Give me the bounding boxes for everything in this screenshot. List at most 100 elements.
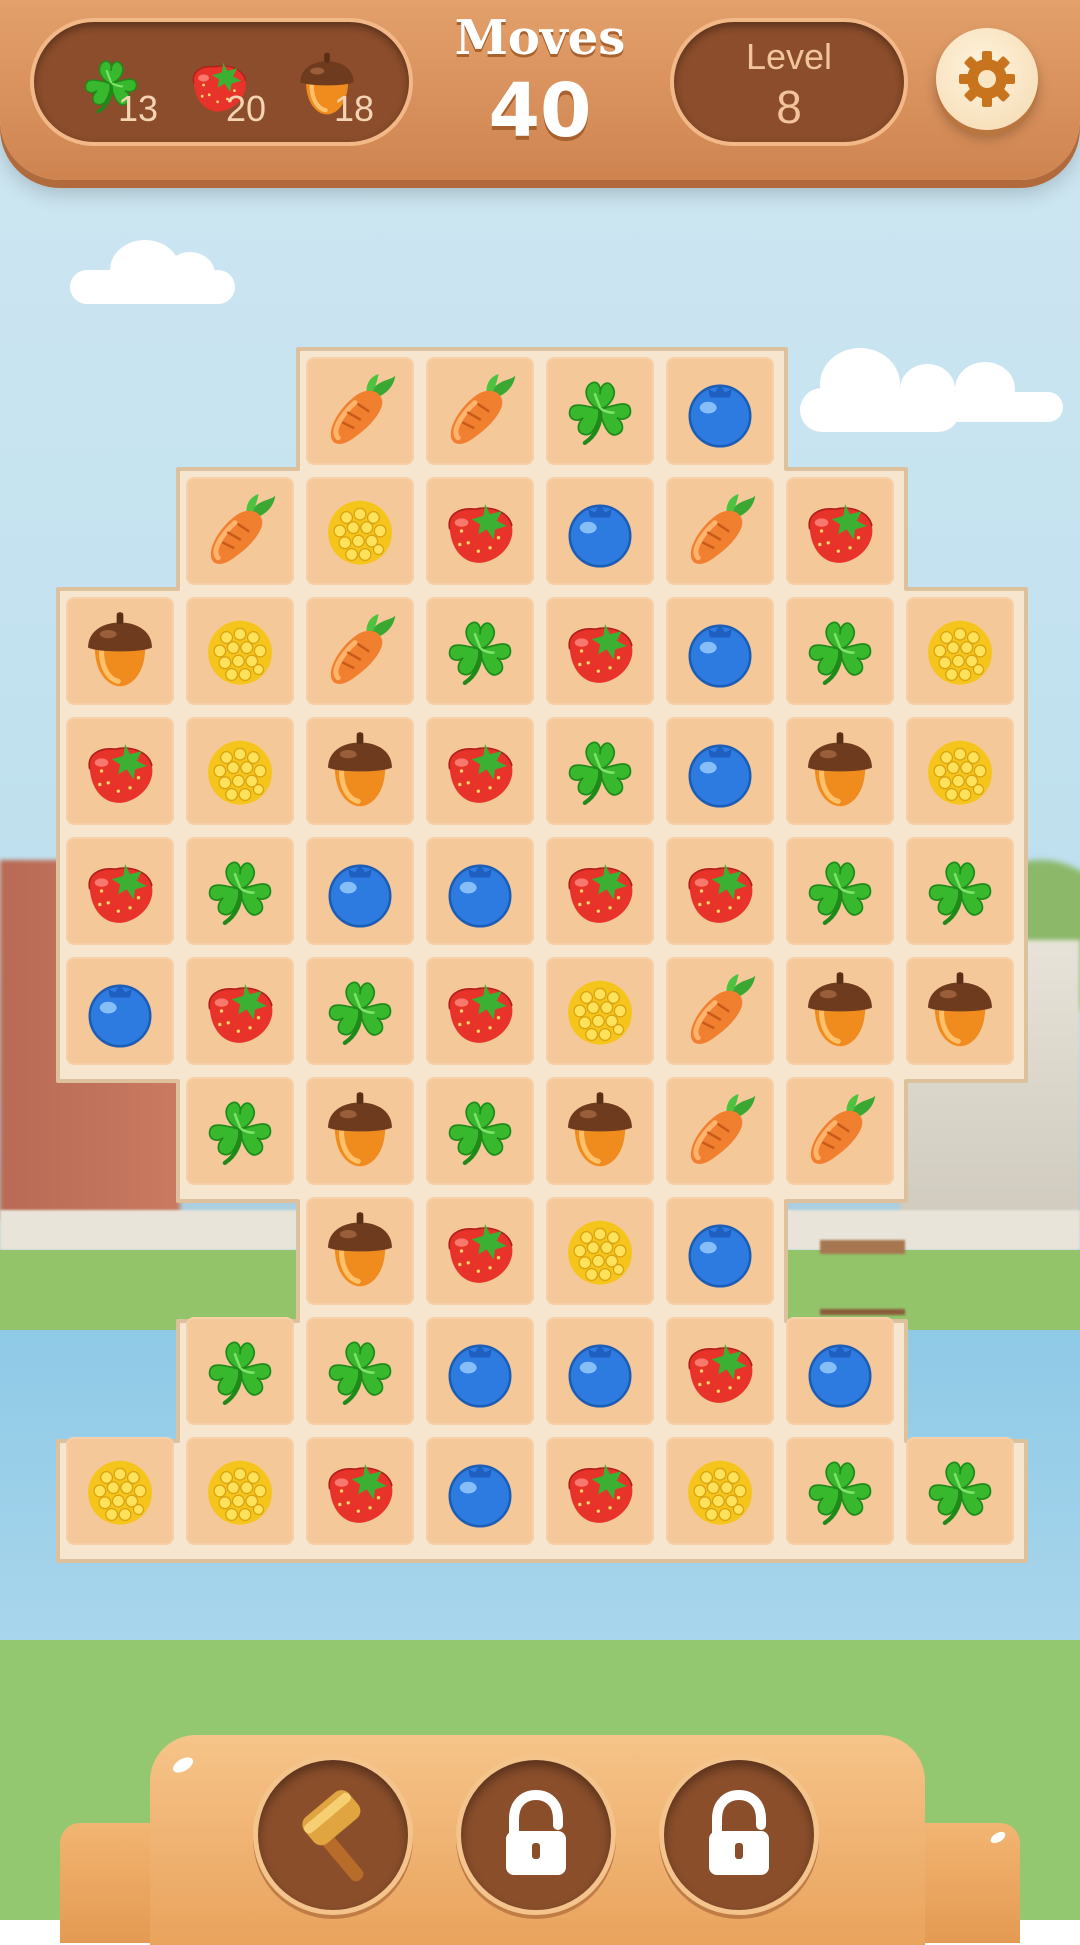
carrot-icon bbox=[678, 1089, 762, 1173]
tile-strawberry[interactable] bbox=[786, 477, 894, 585]
tile-corn[interactable] bbox=[906, 717, 1014, 825]
tile-clover[interactable] bbox=[786, 1437, 894, 1545]
tile-clover[interactable] bbox=[786, 597, 894, 705]
strawberry-icon bbox=[438, 489, 522, 573]
tile-strawberry[interactable] bbox=[306, 1437, 414, 1545]
locked-booster-slot[interactable] bbox=[659, 1755, 819, 1915]
tile-corn[interactable] bbox=[306, 477, 414, 585]
tile-blueberry[interactable] bbox=[426, 837, 534, 945]
blueberry-icon bbox=[438, 1329, 522, 1413]
carrot-icon bbox=[438, 369, 522, 453]
strawberry-icon bbox=[198, 969, 282, 1053]
clover-icon bbox=[198, 849, 282, 933]
tile-clover[interactable] bbox=[186, 837, 294, 945]
tile-carrot[interactable] bbox=[786, 1077, 894, 1185]
tile-strawberry[interactable] bbox=[546, 1437, 654, 1545]
tile-blueberry[interactable] bbox=[426, 1437, 534, 1545]
clover-icon bbox=[438, 609, 522, 693]
tile-corn[interactable] bbox=[66, 1437, 174, 1545]
corn-icon bbox=[78, 1449, 162, 1533]
tile-acorn[interactable] bbox=[546, 1077, 654, 1185]
tile-strawberry[interactable] bbox=[666, 1317, 774, 1425]
blueberry-icon bbox=[678, 729, 762, 813]
tile-clover[interactable] bbox=[546, 357, 654, 465]
tile-corn[interactable] bbox=[186, 597, 294, 705]
carrot-icon bbox=[798, 1089, 882, 1173]
tile-strawberry[interactable] bbox=[546, 837, 654, 945]
strawberry-icon bbox=[798, 489, 882, 573]
tile-blueberry[interactable] bbox=[426, 1317, 534, 1425]
tile-clover[interactable] bbox=[186, 1317, 294, 1425]
tile-acorn[interactable] bbox=[306, 717, 414, 825]
tile-clover[interactable] bbox=[546, 717, 654, 825]
tile-acorn[interactable] bbox=[306, 1197, 414, 1305]
tile-strawberry[interactable] bbox=[546, 597, 654, 705]
clover-icon bbox=[918, 1449, 1002, 1533]
blueberry-icon bbox=[678, 609, 762, 693]
tile-clover[interactable] bbox=[906, 837, 1014, 945]
carrot-icon bbox=[678, 489, 762, 573]
tile-clover[interactable] bbox=[426, 1077, 534, 1185]
corn-icon bbox=[318, 489, 402, 573]
tile-strawberry[interactable] bbox=[426, 1197, 534, 1305]
tile-clover[interactable] bbox=[906, 1437, 1014, 1545]
strawberry-icon bbox=[78, 849, 162, 933]
tile-carrot[interactable] bbox=[186, 477, 294, 585]
tile-corn[interactable] bbox=[666, 1437, 774, 1545]
tile-strawberry[interactable] bbox=[66, 837, 174, 945]
tile-corn[interactable] bbox=[186, 717, 294, 825]
tile-blueberry[interactable] bbox=[546, 477, 654, 585]
tile-blueberry[interactable] bbox=[306, 837, 414, 945]
tile-blueberry[interactable] bbox=[786, 1317, 894, 1425]
tile-acorn[interactable] bbox=[66, 597, 174, 705]
hammer-booster-button[interactable] bbox=[253, 1755, 413, 1915]
tile-blueberry[interactable] bbox=[546, 1317, 654, 1425]
clover-icon bbox=[318, 969, 402, 1053]
tile-clover[interactable] bbox=[306, 957, 414, 1065]
tile-acorn[interactable] bbox=[786, 957, 894, 1065]
tile-blueberry[interactable] bbox=[666, 597, 774, 705]
tile-carrot[interactable] bbox=[306, 357, 414, 465]
tile-strawberry[interactable] bbox=[426, 957, 534, 1065]
blueberry-icon bbox=[558, 489, 642, 573]
acorn-icon bbox=[318, 1209, 402, 1293]
tile-carrot[interactable] bbox=[666, 1077, 774, 1185]
tile-blueberry[interactable] bbox=[666, 1197, 774, 1305]
acorn-icon bbox=[78, 609, 162, 693]
clover-icon bbox=[558, 369, 642, 453]
tile-acorn[interactable] bbox=[786, 717, 894, 825]
blueberry-icon bbox=[438, 849, 522, 933]
tile-clover[interactable] bbox=[786, 837, 894, 945]
tile-corn[interactable] bbox=[546, 1197, 654, 1305]
tile-clover[interactable] bbox=[186, 1077, 294, 1185]
tile-acorn[interactable] bbox=[906, 957, 1014, 1065]
acorn-icon bbox=[558, 1089, 642, 1173]
tile-carrot[interactable] bbox=[306, 597, 414, 705]
locked-booster-slot[interactable] bbox=[456, 1755, 616, 1915]
tile-strawberry[interactable] bbox=[666, 837, 774, 945]
clover-icon bbox=[198, 1089, 282, 1173]
tile-blueberry[interactable] bbox=[666, 357, 774, 465]
tile-strawberry[interactable] bbox=[66, 717, 174, 825]
tile-carrot[interactable] bbox=[666, 477, 774, 585]
tile-strawberry[interactable] bbox=[426, 477, 534, 585]
tile-carrot[interactable] bbox=[666, 957, 774, 1065]
acorn-icon bbox=[798, 969, 882, 1053]
carrot-icon bbox=[318, 369, 402, 453]
tile-corn[interactable] bbox=[906, 597, 1014, 705]
tile-corn[interactable] bbox=[546, 957, 654, 1065]
corn-icon bbox=[558, 969, 642, 1053]
tile-clover[interactable] bbox=[306, 1317, 414, 1425]
tile-blueberry[interactable] bbox=[66, 957, 174, 1065]
acorn-icon bbox=[318, 1089, 402, 1173]
corn-icon bbox=[678, 1449, 762, 1533]
tile-blueberry[interactable] bbox=[666, 717, 774, 825]
tile-acorn[interactable] bbox=[306, 1077, 414, 1185]
tile-clover[interactable] bbox=[426, 597, 534, 705]
tile-carrot[interactable] bbox=[426, 357, 534, 465]
tile-strawberry[interactable] bbox=[426, 717, 534, 825]
clover-icon bbox=[798, 609, 882, 693]
tile-strawberry[interactable] bbox=[186, 957, 294, 1065]
tile-corn[interactable] bbox=[186, 1437, 294, 1545]
strawberry-icon bbox=[558, 609, 642, 693]
